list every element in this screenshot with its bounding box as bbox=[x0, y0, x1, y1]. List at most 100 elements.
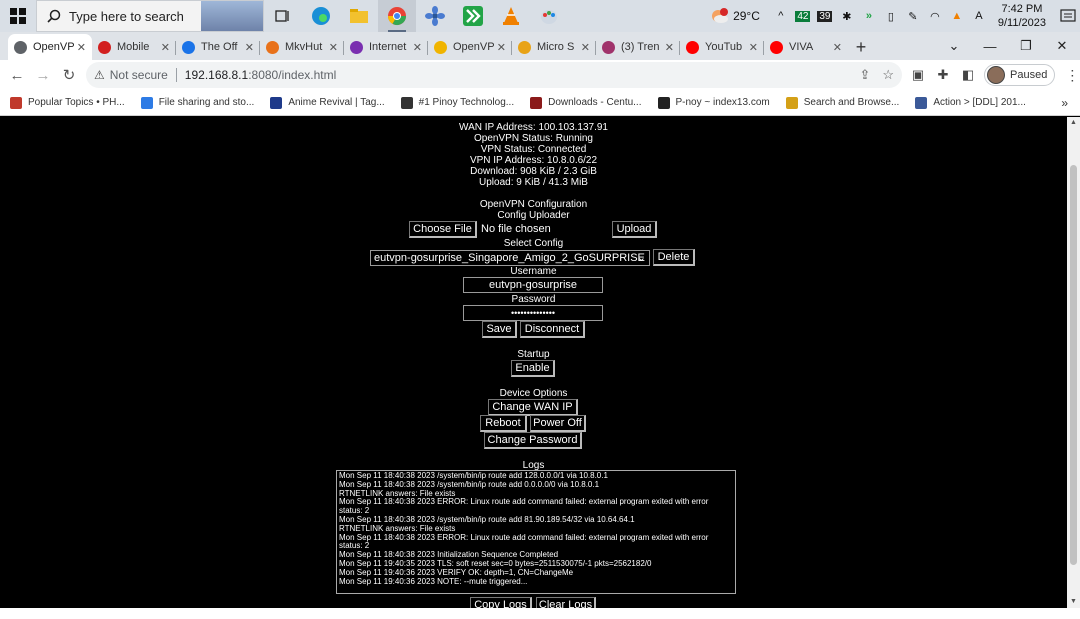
chrome-browser-icon[interactable] bbox=[378, 0, 416, 32]
tab-close-icon[interactable]: ✕ bbox=[77, 41, 86, 54]
restore-button[interactable]: ❐ bbox=[1008, 38, 1044, 54]
notification-icon[interactable] bbox=[1056, 9, 1080, 23]
config-uploader-heading: Config Uploader bbox=[497, 210, 570, 221]
bookmark-item[interactable]: #1 Pinoy Technolog... bbox=[400, 96, 514, 109]
tab-close-icon[interactable]: ✕ bbox=[833, 41, 842, 54]
device-options-heading: Device Options bbox=[499, 388, 568, 399]
bookmark-item[interactable]: Action > [DDL] 201... bbox=[915, 96, 1026, 109]
bookmark-item[interactable]: Anime Revival | Tag... bbox=[270, 96, 385, 109]
bluetooth-icon[interactable]: ✱ bbox=[839, 8, 855, 24]
edge-browser-icon[interactable] bbox=[302, 0, 340, 32]
browser-tab-strip: OpenVP ✕ Mobile ✕ The Off ✕ MkvHut ✕ Internet ✕ Op… bbox=[0, 32, 1080, 60]
chevron-up-icon[interactable]: ^ bbox=[773, 8, 789, 24]
reload-icon[interactable]: ↻ bbox=[56, 62, 82, 88]
scrollbar-thumb[interactable] bbox=[1070, 165, 1077, 565]
browser-tab[interactable]: Internet ✕ bbox=[344, 34, 428, 60]
paint-app-icon[interactable] bbox=[530, 0, 568, 32]
back-arrow-icon[interactable]: ← bbox=[4, 62, 30, 88]
clear-logs-button[interactable]: Clear Logs bbox=[536, 597, 596, 608]
extension-app-icon[interactable]: ▣ bbox=[910, 67, 926, 83]
tab-close-icon[interactable]: ✕ bbox=[581, 41, 590, 54]
side-panel-icon[interactable]: ◧ bbox=[960, 67, 976, 83]
browser-tab[interactable]: The Off ✕ bbox=[176, 34, 260, 60]
enable-button[interactable]: Enable bbox=[511, 360, 555, 377]
reboot-button[interactable]: Reboot bbox=[480, 415, 527, 432]
usb-icon[interactable]: ▯ bbox=[883, 8, 899, 24]
tab-favicon-icon bbox=[98, 40, 111, 54]
minimize-button[interactable]: — bbox=[972, 39, 1008, 54]
menu-kebab-icon[interactable]: ⋮ bbox=[1065, 67, 1079, 84]
tab-close-icon[interactable]: ✕ bbox=[329, 41, 338, 54]
fan-app-icon[interactable] bbox=[416, 0, 454, 32]
tray-badge-1[interactable]: 42 bbox=[795, 8, 811, 24]
bookmark-label: Search and Browse... bbox=[803, 97, 900, 108]
save-button[interactable]: Save bbox=[482, 321, 517, 338]
config-select[interactable]: eutvpn-gosurprise_Singapore_Amigo_2_GoSU… bbox=[370, 250, 650, 266]
browser-tab[interactable]: MkvHut ✕ bbox=[260, 34, 344, 60]
vlc-icon[interactable] bbox=[492, 0, 530, 32]
language-icon[interactable]: A bbox=[971, 8, 987, 24]
tab-close-icon[interactable]: ✕ bbox=[665, 41, 674, 54]
speed-tray-icon[interactable]: » bbox=[861, 8, 877, 24]
task-view-icon[interactable] bbox=[264, 0, 302, 32]
change-password-button[interactable]: Change Password bbox=[484, 432, 582, 449]
logs-textarea[interactable]: Mon Sep 11 18:40:38 2023 /system/bin/ip … bbox=[336, 470, 736, 594]
tab-close-icon[interactable]: ✕ bbox=[497, 41, 506, 54]
share-icon[interactable]: ⇪ bbox=[859, 67, 870, 83]
browser-tab[interactable]: OpenVP ✕ bbox=[428, 34, 512, 60]
browser-tab[interactable]: (3) Tren ✕ bbox=[596, 34, 680, 60]
scroll-down-icon[interactable]: ▼ bbox=[1067, 596, 1080, 608]
username-field[interactable]: eutvpn-gosurprise bbox=[463, 277, 603, 293]
tab-favicon-icon bbox=[14, 40, 27, 54]
copy-logs-button[interactable]: Copy Logs bbox=[470, 597, 532, 608]
taskbar-search-input[interactable]: Type here to search bbox=[36, 0, 264, 32]
url-host: 192.168.8.1 bbox=[184, 68, 249, 82]
delete-button[interactable]: Delete bbox=[653, 249, 695, 266]
vlc-tray-icon[interactable]: ▲ bbox=[949, 8, 965, 24]
browser-tab[interactable]: OpenVP ✕ bbox=[8, 34, 92, 60]
bookmark-item[interactable]: P-noy ~ index13.com bbox=[657, 96, 770, 109]
bookmark-star-icon[interactable]: ☆ bbox=[882, 67, 894, 83]
scroll-up-icon[interactable]: ▲ bbox=[1067, 117, 1080, 129]
address-bar[interactable]: ⚠ Not secure 192.168.8.1:8080/index.html… bbox=[86, 62, 902, 88]
wifi-icon[interactable]: ◠ bbox=[927, 8, 943, 24]
profile-button[interactable]: Paused bbox=[984, 64, 1056, 86]
upload-button[interactable]: Upload bbox=[612, 221, 657, 238]
change-wan-ip-button[interactable]: Change WAN IP bbox=[488, 399, 578, 416]
tab-close-icon[interactable]: ✕ bbox=[749, 41, 758, 54]
forward-arrow-icon[interactable]: → bbox=[30, 62, 56, 88]
pen-icon[interactable]: ✎ bbox=[905, 8, 921, 24]
file-explorer-icon[interactable] bbox=[340, 0, 378, 32]
tab-title: Mobile bbox=[117, 41, 150, 53]
bookmark-label: P-noy ~ index13.com bbox=[675, 97, 770, 108]
tab-close-icon[interactable]: ✕ bbox=[413, 41, 422, 54]
tab-close-icon[interactable]: ✕ bbox=[245, 41, 254, 54]
power-off-button[interactable]: Power Off bbox=[530, 415, 586, 432]
taskbar-clock[interactable]: 7:42 PM 9/11/2023 bbox=[998, 2, 1046, 30]
browser-toolbar: ← → ↻ ⚠ Not secure 192.168.8.1:8080/inde… bbox=[0, 60, 1080, 90]
speed-app-icon[interactable] bbox=[454, 0, 492, 32]
bookmark-item[interactable]: Popular Topics • PH... bbox=[10, 96, 125, 109]
bookmarks-more-icon[interactable]: » bbox=[1061, 96, 1068, 110]
windows-start-button[interactable] bbox=[0, 0, 36, 32]
browser-tab[interactable]: Mobile ✕ bbox=[92, 34, 176, 60]
disconnect-button[interactable]: Disconnect bbox=[520, 321, 585, 338]
tab-search-icon[interactable]: ⌄ bbox=[936, 38, 972, 54]
browser-tab[interactable]: YouTub ✕ bbox=[680, 34, 764, 60]
page-scrollbar[interactable]: ▲ ▼ bbox=[1067, 117, 1080, 608]
browser-tab[interactable]: VIVA ✕ bbox=[764, 34, 848, 60]
bookmark-item[interactable]: Search and Browse... bbox=[785, 96, 900, 109]
browser-tab[interactable]: Micro S ✕ bbox=[512, 34, 596, 60]
extensions-puzzle-icon[interactable]: ✚ bbox=[935, 67, 951, 83]
close-window-button[interactable]: ✕ bbox=[1044, 38, 1080, 54]
password-field[interactable]: •••••••••••••• bbox=[463, 305, 603, 321]
bookmark-favicon-icon bbox=[657, 96, 670, 109]
bookmark-item[interactable]: File sharing and sto... bbox=[140, 96, 254, 109]
new-tab-button[interactable]: + bbox=[848, 34, 874, 60]
warning-icon[interactable]: ⚠ bbox=[94, 68, 105, 82]
bookmark-item[interactable]: Downloads - Centu... bbox=[530, 96, 642, 109]
choose-file-button[interactable]: Choose File bbox=[409, 221, 477, 238]
tray-badge-2[interactable]: 39 bbox=[817, 8, 833, 24]
tab-close-icon[interactable]: ✕ bbox=[161, 41, 170, 54]
weather-widget[interactable]: 29°C bbox=[709, 7, 760, 25]
